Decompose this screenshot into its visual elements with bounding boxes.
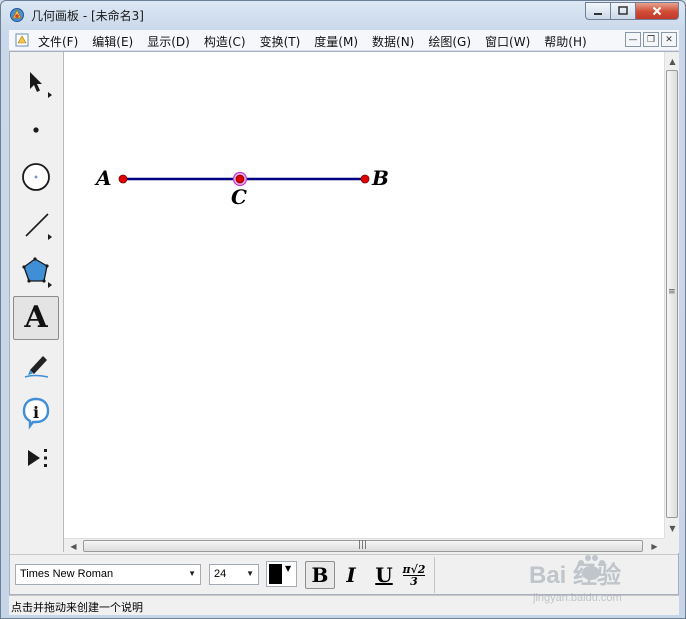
vertical-scroll-thumb[interactable]: ≡: [666, 70, 678, 518]
point-b[interactable]: [360, 174, 370, 184]
point-icon: [33, 127, 39, 133]
maximize-button[interactable]: [611, 2, 636, 20]
svg-text:i: i: [33, 403, 39, 422]
point-a[interactable]: [118, 174, 128, 184]
menu-bar: 文件(F) 编辑(E) 显示(D) 构造(C) 变换(T) 度量(M) 数据(N) 绘图(G)…: [9, 30, 679, 51]
vertical-scrollbar[interactable]: ▲ ≡ ▼: [664, 52, 679, 538]
information-tool[interactable]: i: [13, 389, 59, 433]
menu-items: 文件(F) 编辑(E) 显示(D) 构造(C) 变换(T) 度量(M) 数据(N) 绘图(G)…: [38, 33, 601, 50]
italic-button[interactable]: I: [336, 561, 366, 589]
menu-item-2[interactable]: 显示(D): [147, 33, 197, 50]
label-a[interactable]: A: [96, 166, 112, 190]
document-icon[interactable]: [15, 33, 29, 47]
minimize-icon: [594, 13, 602, 15]
watermark: Bai 经验 jingyan.baidu.com: [523, 549, 673, 609]
close-icon: [652, 6, 662, 16]
compass-tool[interactable]: [13, 153, 59, 197]
minimize-icon: —: [628, 34, 638, 45]
doc-minimize-button[interactable]: —: [625, 32, 641, 47]
document-area: A i A C B ▲ ≡ ▼ ◀ ||| ▶ Times New Roman …: [9, 51, 679, 595]
font-size-value: 24: [214, 568, 227, 580]
app-window: 几何画板 - [未命名3] 文件(F) 编辑(E) 显示(D) 构造(C) 变换(T) 度…: [0, 0, 686, 619]
info-bubble-icon: i: [22, 397, 50, 430]
play-custom-tools-icon: [28, 449, 47, 467]
menu-item-0[interactable]: 文件(F): [38, 33, 85, 50]
selection-arrow-tool[interactable]: [13, 60, 59, 104]
font-family-value: Times New Roman: [20, 568, 114, 580]
chevron-down-icon: ▼: [188, 569, 196, 578]
grip-icon: ≡: [668, 287, 676, 297]
menu-item-1[interactable]: 编辑(E): [92, 33, 140, 50]
text-tool[interactable]: A: [13, 296, 59, 340]
chevron-down-icon: ▼: [285, 564, 292, 573]
text-color-button[interactable]: ▼: [266, 561, 297, 587]
status-text: 点击并拖动来创建一个说明: [11, 601, 143, 614]
marker-pen-icon: [24, 356, 49, 378]
scroll-up-icon[interactable]: ▲: [665, 54, 680, 69]
point-c[interactable]: [235, 174, 245, 184]
font-size-select[interactable]: 24 ▼: [209, 564, 259, 585]
straightedge-tool[interactable]: [13, 201, 59, 245]
menu-item-3[interactable]: 构造(C): [204, 33, 253, 50]
pentagon-icon: [22, 257, 52, 288]
math-denominator: 3: [410, 574, 418, 588]
menu-item-4[interactable]: 变换(T): [260, 33, 308, 50]
grip-icon: |||: [358, 540, 368, 550]
scroll-down-icon[interactable]: ▼: [665, 521, 680, 536]
line-segment-icon: [25, 213, 52, 240]
menu-item-9[interactable]: 帮助(H): [544, 33, 593, 50]
minimize-button[interactable]: [585, 2, 611, 20]
document-window-controls: — ❐ ✕: [625, 32, 677, 47]
label-b[interactable]: B: [372, 166, 389, 190]
doc-close-button[interactable]: ✕: [661, 32, 677, 47]
scroll-left-icon[interactable]: ◀: [66, 539, 81, 554]
paw-logo-icon: Bai 经验 jingyan.baidu.com: [529, 555, 622, 604]
menu-item-8[interactable]: 窗口(W): [485, 33, 537, 50]
custom-tools-tool[interactable]: [13, 436, 59, 480]
point-tool[interactable]: [13, 106, 59, 150]
bold-button[interactable]: B: [305, 561, 335, 589]
maximize-icon: [618, 6, 628, 15]
watermark-url: jingyan.baidu.com: [532, 592, 622, 604]
toolbox: A i: [10, 52, 64, 552]
circle-compass-icon: [22, 163, 50, 191]
window-controls: [585, 2, 679, 20]
close-icon: ✕: [665, 34, 673, 45]
text-a-icon: A: [24, 300, 48, 335]
color-swatch: [269, 564, 282, 584]
marker-tool[interactable]: [13, 342, 59, 386]
arrow-pointer-icon: [30, 72, 52, 98]
watermark-brand: Bai 经验: [529, 561, 621, 589]
close-button[interactable]: [636, 2, 679, 20]
restore-icon: ❐: [646, 34, 656, 45]
menu-item-5[interactable]: 度量(M): [314, 33, 365, 50]
menu-item-6[interactable]: 数据(N): [372, 33, 421, 50]
app-icon: [10, 8, 24, 22]
math-numerator: π√2: [402, 562, 426, 576]
doc-restore-button[interactable]: ❐: [643, 32, 659, 47]
menu-item-7[interactable]: 绘图(G): [428, 33, 478, 50]
polygon-tool[interactable]: [13, 248, 59, 292]
window-title: 几何画板 - [未命名3]: [31, 9, 144, 23]
underline-button[interactable]: U: [369, 561, 399, 589]
label-c[interactable]: C: [231, 185, 247, 209]
chevron-down-icon: ▼: [246, 569, 254, 578]
sketch-drawing: [118, 171, 370, 187]
math-format-button[interactable]: π√2 3: [399, 561, 429, 589]
sketch-canvas[interactable]: A C B: [64, 52, 664, 538]
title-bar[interactable]: 几何画板 - [未命名3]: [1, 1, 685, 29]
font-family-select[interactable]: Times New Roman ▼: [15, 564, 201, 585]
toolbar-separator: [434, 557, 435, 593]
